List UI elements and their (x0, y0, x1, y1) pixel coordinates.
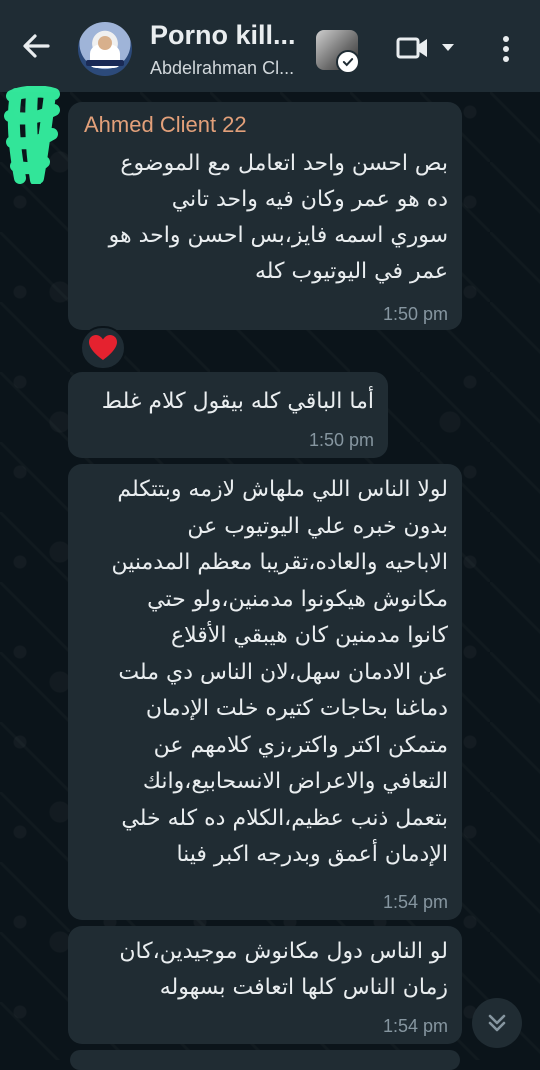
message-time: 1:50 pm (382, 304, 448, 324)
message-text: أما الباقي كله بيقول كلام غلط (74, 384, 374, 420)
message-text: بص احسن واحد اتعامل مع الموضوع ده هو عمر… (78, 146, 448, 290)
caret-down-icon[interactable] (440, 42, 456, 54)
avatar-face (98, 36, 112, 50)
message-time: 1:54 pm (382, 892, 448, 912)
message-text: لولا الناس اللي ملهاش لازمه وبتتكلم بدون… (78, 472, 448, 874)
message-line: لو الناس دول مكانوش موجيدين،كان (119, 939, 448, 964)
double-chevron-down-icon (488, 1014, 506, 1032)
message-bubble[interactable]: لو الناس دول مكانوش موجيدين،كان زمان الن… (68, 926, 462, 1044)
message-line: بص احسن واحد اتعامل مع الموضوع (120, 151, 448, 176)
message-line: عن الادمان سهل،لان الناس دي ملت (118, 659, 448, 685)
message-line: متمكن اكتر واكتر،زي كلامهم عن (153, 732, 448, 758)
chat-title[interactable]: Porno kill... (150, 20, 296, 51)
message-line: كانوا مدمنين كان هيبقي الأقلاع (171, 623, 448, 648)
message-line: عمر في اليوتيوب كله (254, 259, 448, 284)
sender-name[interactable]: Ahmed Client 22 (84, 112, 247, 138)
next-message-bubble[interactable] (70, 1050, 460, 1070)
message-time: 1:50 pm (308, 430, 374, 450)
message-line: سوري اسمه فايز،بس احسن واحد هو (108, 223, 448, 248)
redaction-scribble (4, 86, 60, 184)
avatar-caption-strip (86, 60, 124, 66)
message-bubble[interactable]: Ahmed Client 22 بص احسن واحد اتعامل مع ا… (68, 102, 462, 330)
message-line: ده هو عمر وكان فيه واحد تاني (171, 187, 448, 212)
arrow-left-icon[interactable] (20, 30, 52, 62)
message-line: بدون خبره علي اليوتيوب عن (187, 513, 448, 539)
contact-avatar[interactable] (78, 22, 132, 76)
message-line: بتعمل ذنب عظيم،الكلام ده كله خلي (121, 805, 448, 831)
scroll-to-bottom-button[interactable] (472, 998, 522, 1048)
message-line: مكانوش هيكونوا مدمنين،ولو حتي (147, 586, 448, 612)
video-call-icon[interactable] (396, 34, 430, 62)
reaction-badge[interactable] (80, 326, 126, 370)
more-vertical-icon[interactable] (498, 34, 514, 64)
chat-subtitle[interactable]: Abdelrahman Cl... (150, 58, 294, 79)
message-bubble[interactable]: لولا الناس اللي ملهاش لازمه وبتتكلم بدون… (68, 464, 462, 920)
message-line: الاباحيه والعاده،تقريبا معظم المدمنين (111, 550, 448, 575)
message-line: دماغنا بحاجات كتيره خلت الإدمان (145, 696, 448, 721)
message-bubble[interactable]: أما الباقي كله بيقول كلام غلط 1:50 pm (68, 372, 388, 458)
message-line: الإدمان أعمق وبدرجه اكبر فينا (176, 842, 448, 867)
message-line: لولا الناس اللي ملهاش لازمه وبتتكلم (117, 477, 448, 502)
message-text: لو الناس دول مكانوش موجيدين،كان زمان الن… (78, 934, 448, 1006)
message-line: زمان الناس كلها اتعافت بسهوله (159, 975, 448, 1000)
heart-reaction-icon (89, 335, 117, 360)
message-line: التعافي والاعراض الانسحابيع،وانك (142, 769, 448, 794)
message-time: 1:54 pm (382, 1016, 448, 1036)
chat-header: Porno kill... Abdelrahman Cl... (0, 0, 540, 92)
verified-check-icon (336, 50, 360, 74)
message-line: أما الباقي كله بيقول كلام غلط (101, 389, 374, 414)
